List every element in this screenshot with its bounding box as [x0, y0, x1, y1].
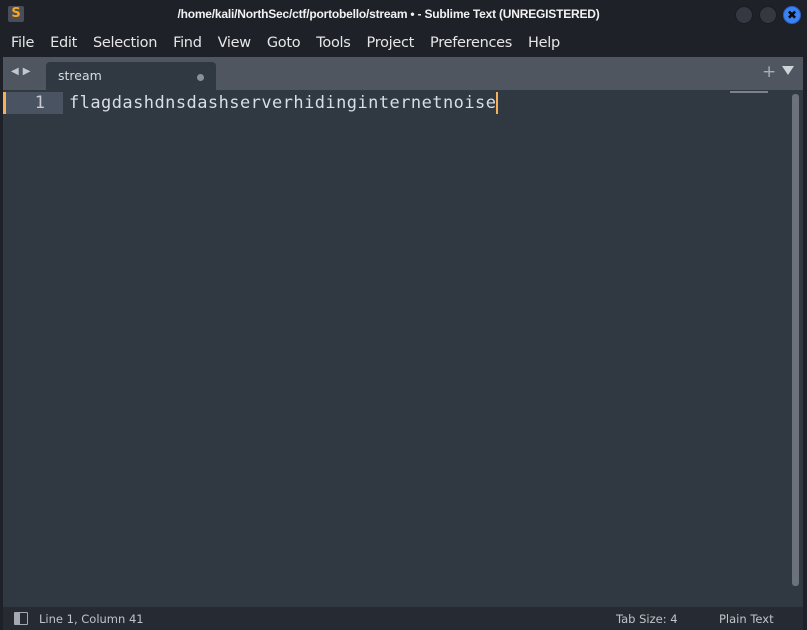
minimap-viewport[interactable] — [730, 91, 768, 93]
menu-preferences[interactable]: Preferences — [422, 30, 520, 57]
menu-find[interactable]: Find — [165, 30, 210, 57]
vertical-scrollbar[interactable] — [792, 94, 799, 586]
line-number: 1 — [34, 93, 45, 113]
cursor-position[interactable]: Line 1, Column 41 — [39, 612, 144, 626]
tab-stream[interactable]: stream — [46, 62, 216, 90]
new-tab-plus-icon[interactable]: + — [762, 62, 776, 82]
syntax-selector[interactable]: Plain Text — [719, 612, 774, 626]
menu-help[interactable]: Help — [520, 30, 568, 57]
title-bar: S /home/kali/NorthSec/ctf/portobello/str… — [0, 0, 807, 30]
tab-label: stream — [58, 68, 102, 83]
minimize-button[interactable] — [735, 6, 753, 24]
maximize-button[interactable] — [759, 6, 777, 24]
unsaved-dot-icon[interactable] — [197, 74, 204, 81]
close-icon: ✖ — [786, 8, 798, 22]
tab-navigation: ◀ ▶ — [11, 66, 30, 77]
tab-menu-dropdown-icon[interactable] — [782, 66, 794, 75]
chevron-left-icon[interactable]: ◀ — [11, 66, 19, 77]
status-bar: Line 1, Column 41 Tab Size: 4 Plain Text — [3, 607, 803, 630]
code-line[interactable]: flagdashdnsdashserverhidinginternetnoise — [69, 92, 499, 114]
tab-bar: ◀ ▶ stream + — [3, 57, 803, 90]
tab-size[interactable]: Tab Size: 4 — [616, 612, 678, 626]
menu-tools[interactable]: Tools — [308, 30, 358, 57]
close-button[interactable]: ✖ — [783, 6, 801, 24]
menu-file[interactable]: File — [3, 30, 42, 57]
code-text: flagdashdnsdashserverhidinginternetnoise — [69, 93, 497, 113]
menu-goto[interactable]: Goto — [259, 30, 308, 57]
menu-edit[interactable]: Edit — [42, 30, 85, 57]
panel-toggle-icon[interactable] — [14, 612, 28, 625]
text-cursor — [496, 92, 499, 114]
menu-view[interactable]: View — [210, 30, 259, 57]
menu-project[interactable]: Project — [359, 30, 423, 57]
window-border — [803, 57, 807, 630]
editor-area[interactable]: 1 flagdashdnsdashserverhidinginternetnoi… — [3, 90, 803, 607]
menu-bar: File Edit Selection Find View Goto Tools… — [0, 30, 807, 57]
window-title: /home/kali/NorthSec/ctf/portobello/strea… — [177, 7, 600, 21]
chevron-right-icon[interactable]: ▶ — [23, 66, 31, 77]
menu-selection[interactable]: Selection — [85, 30, 165, 57]
